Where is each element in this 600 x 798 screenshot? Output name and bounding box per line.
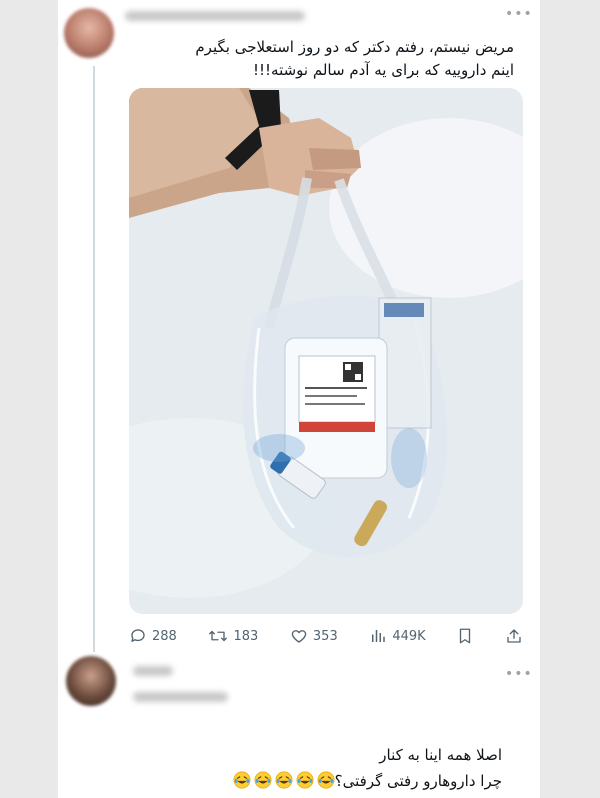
views-icon bbox=[372, 630, 386, 642]
reply-text-line-1: اصلا همه اینا به کنار bbox=[379, 746, 502, 764]
reply-text-line-2: چرا داروهارو رفتی گرفتی؟ bbox=[142, 768, 502, 794]
reply-author-avatar[interactable] bbox=[66, 656, 116, 706]
retweet-icon bbox=[209, 630, 228, 642]
laughing-tears-emoji bbox=[233, 771, 251, 789]
thread-line bbox=[93, 66, 95, 652]
emoji-row bbox=[230, 771, 335, 790]
bookmark-action[interactable] bbox=[457, 627, 473, 645]
retweet-action[interactable]: 183 bbox=[208, 627, 258, 645]
reply-action[interactable]: 288 bbox=[129, 627, 177, 645]
like-count: 353 bbox=[312, 628, 338, 644]
more-icon[interactable]: ••• bbox=[505, 6, 533, 22]
tweet-text: مریض نیستم، رفتم دکتر که دو روز استعلاجی… bbox=[114, 36, 514, 82]
bookmark-icon bbox=[460, 628, 471, 644]
reply-author-handle-blurred[interactable] bbox=[133, 692, 228, 702]
tweet-photo[interactable] bbox=[129, 88, 523, 614]
like-icon bbox=[291, 630, 307, 643]
laughing-tears-emoji bbox=[254, 771, 272, 789]
photo-hand-holding-medicine-bag bbox=[129, 88, 523, 614]
views-action[interactable]: 449K bbox=[369, 627, 426, 645]
laughing-tears-emoji bbox=[296, 771, 314, 789]
author-name-blurred[interactable] bbox=[125, 11, 305, 21]
reply-author-name-blurred[interactable] bbox=[133, 666, 173, 676]
tweet-text-line-1: مریض نیستم، رفتم دکتر که دو روز استعلاجی… bbox=[195, 38, 514, 56]
share-action[interactable] bbox=[505, 627, 523, 645]
author-avatar[interactable] bbox=[64, 8, 114, 58]
reply-more-icon[interactable]: ••• bbox=[505, 666, 533, 682]
laughing-tears-emoji bbox=[317, 771, 335, 789]
reply-text-line-2-text: چرا داروهارو رفتی گرفتی؟ bbox=[334, 772, 502, 790]
reply-text: اصلا همه اینا به کنار چرا داروهارو رفتی … bbox=[142, 742, 502, 794]
laughing-tears-emoji bbox=[275, 771, 293, 789]
reply-icon bbox=[131, 629, 145, 642]
reply-count: 288 bbox=[152, 628, 177, 644]
like-action[interactable]: 353 bbox=[290, 627, 338, 645]
share-icon bbox=[507, 629, 521, 643]
retweet-count: 183 bbox=[233, 628, 259, 644]
tweet-actions: 288 183 353 449K bbox=[129, 626, 523, 646]
tweet-text-line-2: اینم داروییه که برای یه آدم سالم نوشته!!… bbox=[253, 61, 514, 79]
views-count: 449K bbox=[392, 628, 426, 644]
